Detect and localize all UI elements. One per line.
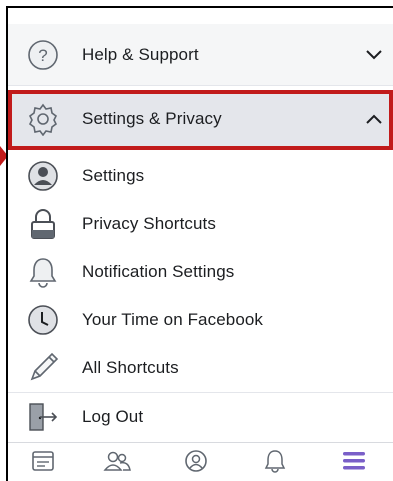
chevron-up-icon[interactable] xyxy=(365,110,383,128)
tab-friends[interactable] xyxy=(78,443,157,481)
logout-row[interactable]: Log Out xyxy=(8,392,393,440)
clock-icon xyxy=(26,303,60,337)
time-on-facebook-item[interactable]: Your Time on Facebook xyxy=(8,296,393,344)
pencil-icon xyxy=(26,351,60,385)
account-icon xyxy=(26,159,60,193)
settings-privacy-label: Settings & Privacy xyxy=(82,109,222,128)
tab-news-feed[interactable] xyxy=(8,443,78,481)
settings-privacy-row[interactable]: Settings & Privacy xyxy=(8,90,393,148)
privacy-shortcuts-label: Privacy Shortcuts xyxy=(82,214,216,233)
tab-profile[interactable] xyxy=(157,443,236,481)
hamburger-menu-icon xyxy=(341,450,367,477)
friends-icon xyxy=(103,450,132,477)
tab-notifications[interactable] xyxy=(236,443,315,481)
settings-label: Settings xyxy=(82,166,145,185)
tab-menu[interactable] xyxy=(314,443,393,481)
lock-icon xyxy=(26,207,60,241)
notification-settings-item[interactable]: Notification Settings xyxy=(8,248,393,296)
bell-outline-icon xyxy=(264,449,286,478)
logout-icon xyxy=(26,400,60,434)
help-support-row[interactable]: ? Help & Support xyxy=(8,24,393,86)
news-feed-icon xyxy=(31,450,55,477)
settings-item[interactable]: Settings xyxy=(8,152,393,200)
question-icon: ? xyxy=(26,38,60,72)
profile-icon xyxy=(184,449,208,478)
menu-screen: ? Help & Support Settings & Privacy Sett… xyxy=(6,6,393,481)
bell-icon xyxy=(26,255,60,289)
top-spacer xyxy=(8,8,393,24)
notification-settings-label: Notification Settings xyxy=(82,262,235,281)
privacy-shortcuts-item[interactable]: Privacy Shortcuts xyxy=(8,200,393,248)
time-on-facebook-label: Your Time on Facebook xyxy=(82,310,264,329)
gear-icon xyxy=(26,102,60,136)
all-shortcuts-item[interactable]: All Shortcuts xyxy=(8,344,393,392)
all-shortcuts-label: All Shortcuts xyxy=(82,358,179,377)
bottom-tab-bar xyxy=(8,442,393,481)
svg-text:?: ? xyxy=(38,46,47,65)
logout-label: Log Out xyxy=(82,406,144,426)
help-support-label: Help & Support xyxy=(82,44,199,64)
chevron-down-icon[interactable] xyxy=(365,46,383,64)
